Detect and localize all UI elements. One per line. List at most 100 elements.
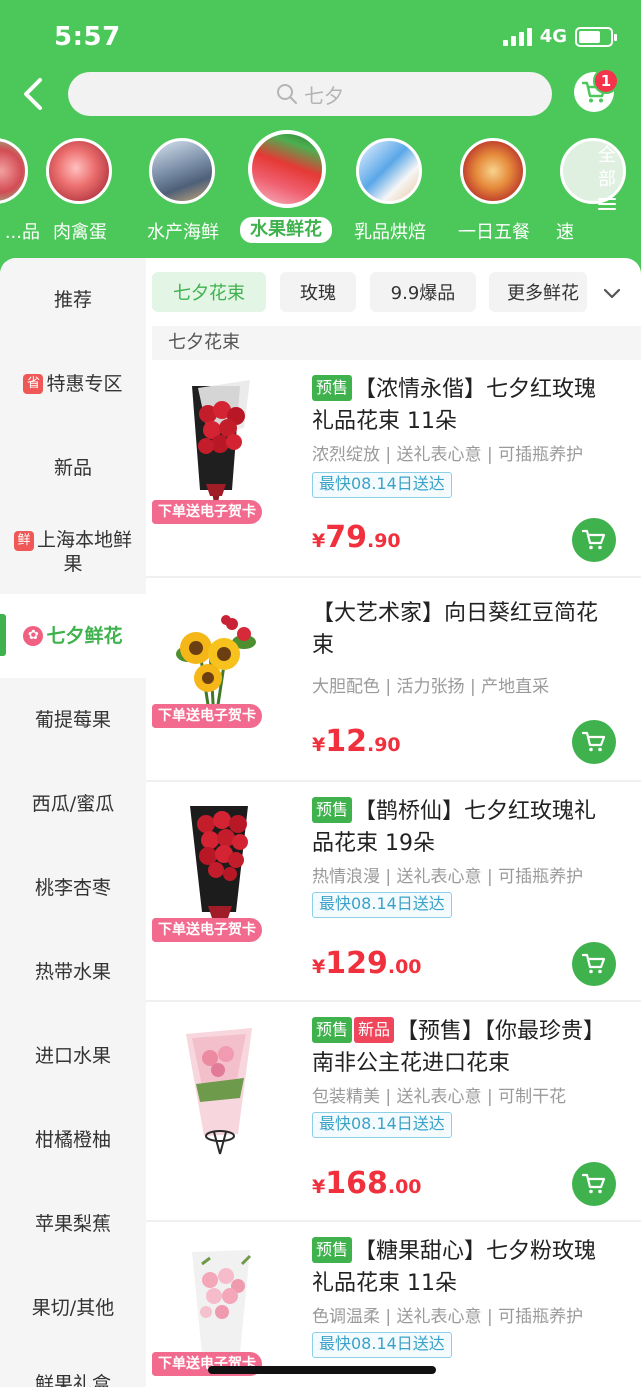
network-type: 4G: [539, 26, 567, 47]
category-strip: ...品 肉禽蛋 水产海鲜 水果鲜花 乳品烘焙 一日五餐 速: [0, 130, 641, 250]
delivery-badge: 最快08.14日送达: [312, 472, 452, 498]
product-card[interactable]: 预售 新品 【预售】【你最珍贵】南非公主花进口花束 包装精美 | 送礼表心意 | 可…: [146, 1004, 641, 1222]
sidebar-item-melons[interactable]: 西瓜/蜜瓜: [0, 762, 146, 846]
cart-icon: [582, 953, 606, 974]
sidebar-item-stone-fruit[interactable]: 桃李杏枣: [0, 846, 146, 930]
category-item[interactable]: 一日五餐: [444, 130, 544, 248]
add-to-cart-button[interactable]: [572, 942, 616, 986]
price-decimal: .90: [366, 530, 401, 552]
product-features: 大胆配色 | 活力张扬 | 产地直采: [312, 677, 550, 697]
presale-tag: 预售: [312, 375, 353, 401]
sidebar-item-label: 进口水果: [34, 1045, 111, 1067]
sidebar-item-deals[interactable]: 省特惠专区: [0, 342, 146, 426]
sidebar-item-cut-fruit[interactable]: 果切/其他: [0, 1266, 146, 1350]
add-to-cart-button[interactable]: [572, 720, 616, 764]
product-features: 色调温柔 | 送礼表心意 | 可插瓶养护: [312, 1307, 584, 1327]
product-price: ¥168.00: [312, 1166, 422, 1201]
product-title[interactable]: 预售 【鹊桥仙】七夕红玫瑰礼品花束 19朵: [312, 796, 616, 860]
product-price: ¥129.00: [312, 946, 422, 981]
sidebar-item-label: 桃李杏枣: [34, 877, 111, 899]
filter-chip-hot-deals[interactable]: 9.9爆品: [370, 272, 476, 312]
cart-icon: [582, 731, 606, 752]
home-indicator: [208, 1366, 436, 1374]
back-button[interactable]: [16, 72, 50, 116]
sidebar-item-citrus[interactable]: 柑橘橙柚: [0, 1098, 146, 1182]
sidebar-item-apple-pear[interactable]: 苹果梨蕉: [0, 1182, 146, 1266]
fresh-tag-icon: 鲜: [14, 530, 34, 551]
price-decimal: .00: [387, 1176, 422, 1198]
cart-icon: [582, 1173, 606, 1194]
filter-chip-more-flowers[interactable]: 更多鲜花: [489, 272, 587, 312]
product-title[interactable]: 预售 【糖果甜心】七夕粉玫瑰礼品花束 11朵: [312, 1236, 616, 1300]
cart-icon: [582, 529, 606, 550]
sidebar-item-local-fruit[interactable]: 鲜上海本地鲜果: [0, 510, 146, 594]
add-to-cart-button[interactable]: [572, 518, 616, 562]
category-label: 肉禽蛋: [53, 222, 107, 243]
product-card[interactable]: 下单送电子贺卡 预售 【糖果甜心】七夕粉玫瑰礼品花束 11朵 色调温柔 | 送礼表…: [146, 1224, 641, 1387]
sidebar-item-tropical[interactable]: 热带水果: [0, 930, 146, 1014]
sidebar-item-label: 推荐: [53, 289, 92, 311]
product-card[interactable]: 下单送电子贺卡 预售 【鹊桥仙】七夕红玫瑰礼品花束 19朵 热情浪漫 | 送礼表心…: [146, 784, 641, 1002]
sidebar-item-label: 柑橘橙柚: [34, 1129, 111, 1151]
category-label: 水产海鲜: [147, 222, 219, 243]
product-price: ¥12.90: [312, 724, 401, 759]
filter-chip-rose[interactable]: 玫瑰: [280, 272, 356, 312]
category-sidebar: 推荐 省特惠专区 新品 鲜上海本地鲜果 ✿ 七夕鲜花 葡提莓果 西瓜/蜜瓜 桃李杏…: [0, 258, 146, 1387]
status-time: 5:57: [54, 22, 121, 52]
product-title-text: 【糖果甜心】七夕粉玫瑰礼品花束 11朵: [312, 1239, 597, 1296]
product-title[interactable]: 预售 新品 【预售】【你最珍贵】南非公主花进口花束: [312, 1016, 616, 1080]
category-label: 一日五餐: [458, 222, 530, 243]
gift-card-ribbon: 下单送电子贺卡: [152, 500, 262, 524]
cart-badge: 1: [593, 68, 619, 94]
product-image[interactable]: [152, 1014, 270, 1166]
product-title-text: 【鹊桥仙】七夕红玫瑰礼品花束 19朵: [312, 799, 597, 856]
chevron-left-icon: [24, 78, 42, 110]
signal-icon: [502, 27, 532, 46]
sidebar-item-recommend[interactable]: 推荐: [0, 258, 146, 342]
category-item[interactable]: 乳品烘焙: [340, 130, 440, 248]
category-label: 乳品烘焙: [354, 222, 426, 243]
add-to-cart-button[interactable]: [572, 1162, 616, 1206]
status-indicators: 4G: [502, 26, 617, 47]
product-title[interactable]: 【大艺术家】向日葵红豆简花束: [312, 598, 616, 662]
category-item[interactable]: 水产海鲜: [133, 130, 233, 248]
filter-chips: 七夕花束 玫瑰 9.9爆品 更多鲜花: [146, 258, 641, 328]
new-tag: 新品: [354, 1017, 395, 1043]
search-input[interactable]: 七夕: [68, 72, 552, 116]
search-placeholder: 七夕: [304, 83, 344, 108]
category-label: 速: [556, 222, 574, 243]
delivery-badge: 最快08.14日送达: [312, 1112, 452, 1138]
product-card[interactable]: 下单送电子贺卡 【大艺术家】向日葵红豆简花束 大胆配色 | 活力张扬 | 产地直…: [146, 580, 641, 782]
category-image: [248, 130, 326, 208]
price-integer: 12: [325, 724, 367, 759]
battery-icon: [575, 26, 617, 47]
price-decimal: .90: [366, 734, 401, 756]
status-bar: 5:57 4G: [0, 0, 641, 70]
sidebar-item-new[interactable]: 新品: [0, 426, 146, 510]
sidebar-item-label: 鲜果礼盒: [34, 1373, 111, 1387]
filter-chip-qixi-bouquet[interactable]: 七夕花束: [152, 272, 266, 312]
product-features: 热情浪漫 | 送礼表心意 | 可插瓶养护: [312, 867, 584, 887]
sidebar-item-berries[interactable]: 葡提莓果: [0, 678, 146, 762]
product-title-text: 【大艺术家】向日葵红豆简花束: [312, 601, 599, 658]
sidebar-item-imported[interactable]: 进口水果: [0, 1014, 146, 1098]
sidebar-item-qixi-flowers[interactable]: ✿ 七夕鲜花: [0, 594, 146, 678]
product-features: 包装精美 | 送礼表心意 | 可制干花: [312, 1087, 567, 1107]
category-item-active[interactable]: 水果鲜花: [240, 130, 340, 248]
search-icon: [277, 84, 297, 104]
currency-symbol: ¥: [312, 1176, 326, 1198]
product-title[interactable]: 预售 【浓情永偕】七夕红玫瑰礼品花束 11朵: [312, 374, 616, 438]
price-decimal: .00: [387, 956, 422, 978]
category-image: [46, 138, 112, 204]
all-categories-button[interactable]: 全部: [592, 144, 622, 219]
category-item[interactable]: 肉禽蛋: [30, 130, 130, 248]
chevron-down-icon: [603, 288, 621, 299]
all-categories-label: 全部: [598, 145, 616, 190]
currency-symbol: ¥: [312, 530, 326, 552]
sidebar-item-gift-box[interactable]: 鲜果礼盒: [0, 1350, 146, 1387]
sidebar-item-label: 热带水果: [34, 961, 111, 983]
sidebar-item-label: 新品: [53, 457, 92, 479]
product-card[interactable]: 下单送电子贺卡 预售 【浓情永偕】七夕红玫瑰礼品花束 11朵 浓烈绽放 | 送礼表…: [146, 362, 641, 578]
category-label: 水果鲜花: [240, 217, 332, 243]
expand-filters-button[interactable]: [598, 282, 626, 306]
